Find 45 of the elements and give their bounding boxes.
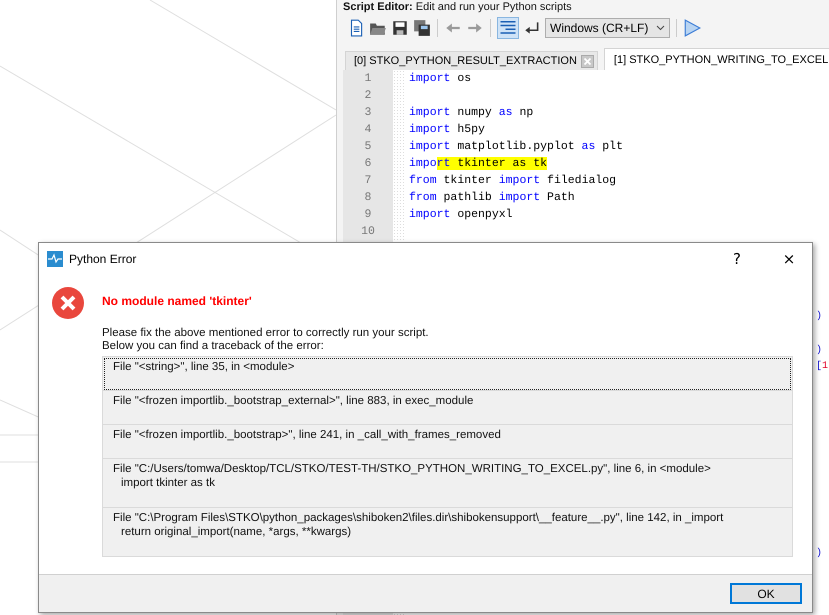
line-number: 7 <box>364 173 372 189</box>
traceback-item[interactable]: File "<frozen importlib._bootstrap_external>", line 883, in exec_module <box>103 391 792 425</box>
traceback-item[interactable]: File "C:\Program Files\STKO\python_packages\shiboken2\files.dir\shibokensupport\__feature__.py", line 142, in _import return original_import(name, *args, **kwargs) <box>103 508 792 557</box>
code-line: from tkinter import filedialog <box>408 173 618 189</box>
traceback-item[interactable]: File "<frozen importlib._bootstrap>", line 241, in _call_with_frames_removed <box>103 425 792 459</box>
code-fragment: ) <box>816 548 822 559</box>
help-button[interactable]: ? <box>714 243 760 274</box>
code-line: import tkinter as tk <box>408 156 548 172</box>
code-line: import numpy as np <box>408 105 534 121</box>
run-icon[interactable] <box>683 19 702 37</box>
script-tab[interactable]: [0] STKO_PYTHON_RESULT_EXTRACTION <box>345 51 598 70</box>
line-number: 3 <box>364 105 372 121</box>
close-button[interactable]: × <box>766 243 812 274</box>
save-icon[interactable] <box>391 19 409 37</box>
line-number: 4 <box>364 122 372 138</box>
save-all-icon[interactable] <box>413 19 431 37</box>
ok-button[interactable]: OK <box>730 583 802 604</box>
line-number: 5 <box>364 139 372 155</box>
panel-title: Script Editor: Edit and run your Python scripts <box>343 1 573 14</box>
line-number: 8 <box>364 190 372 206</box>
code-fragment: ) <box>816 345 822 356</box>
dialog-title: Python Error <box>69 252 138 266</box>
error-heading: No module named 'tkinter' <box>102 294 253 308</box>
error-message: Below you can find a traceback of the error: <box>102 340 325 353</box>
line-number: 9 <box>364 207 372 223</box>
code-line: import openpyxl <box>408 207 514 223</box>
code-fragment: [1 <box>816 361 828 372</box>
line-number: 6 <box>364 156 372 172</box>
line-ending-dropdown[interactable]: Windows (CR+LF) <box>545 18 670 38</box>
code-line: import os <box>408 71 472 87</box>
app-logo-icon <box>47 250 63 266</box>
code-line: import matplotlib.pyplot as plt <box>408 139 624 155</box>
error-icon <box>52 287 84 319</box>
line-wrap-toggle[interactable] <box>497 17 519 39</box>
line-number: 10 <box>360 224 376 240</box>
code-fragment: ) <box>816 311 822 322</box>
code-line: from pathlib import Path <box>408 190 576 206</box>
line-number: 1 <box>364 71 372 87</box>
script-tab[interactable]: [1] STKO_PYTHON_WRITING_TO_EXCEL <box>604 48 829 70</box>
line-number: 2 <box>364 88 372 104</box>
traceback-item[interactable]: File "<string>", line 35, in <module> <box>103 357 792 391</box>
caret-icon <box>656 25 666 31</box>
traceback-item[interactable]: File "C:/Users/tomwa/Desktop/TCL/STKO/TEST-TH/STKO_PYTHON_WRITING_TO_EXCEL.py", line 6, in <module> import tkinter as tk <box>103 459 792 508</box>
error-message: Please fix the above mentioned error to correctly run your script. <box>102 327 430 340</box>
code-line: import h5py <box>408 122 486 138</box>
